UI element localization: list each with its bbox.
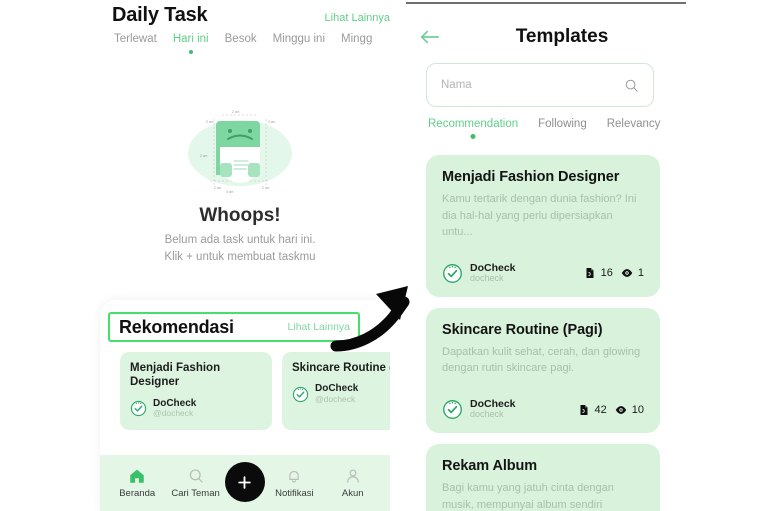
- stat-views-value: 1: [637, 267, 644, 280]
- tab-following[interactable]: Following: [538, 118, 587, 130]
- empty-state: 2 cm 2 cm 2 cm 2 cm 2 cm 2 cm 4 cm Whoop…: [100, 105, 380, 265]
- template-title: Skincare Routine (Pagi): [442, 321, 603, 338]
- stat-copies-value: 42: [594, 403, 607, 416]
- template-stats: 42 10: [578, 404, 644, 416]
- card-title: Menjadi Fashion Designer: [130, 362, 221, 389]
- status-bar-line: [406, 2, 686, 4]
- copy-document-icon: [586, 268, 594, 279]
- nav-item-notifikasi[interactable]: Notifikasi: [265, 467, 323, 499]
- search-icon[interactable]: [624, 78, 639, 93]
- templates-tab-bar: Recommendation Following Relevancy: [428, 118, 678, 130]
- eye-icon: [621, 269, 633, 278]
- bottom-navigation-bar: Beranda Cari Teman Notifikasi Akun: [100, 455, 390, 511]
- svg-text:2 cm: 2 cm: [214, 186, 222, 190]
- day-tab-minggu-ini[interactable]: Minggu ini: [273, 33, 325, 45]
- nav-label: Beranda: [119, 488, 156, 499]
- verified-check-icon: [130, 400, 147, 417]
- svg-text:2 cm: 2 cm: [268, 120, 276, 124]
- right-phone-panel: Templates Nama Recommendation Following …: [398, 0, 768, 511]
- svg-text:4 cm: 4 cm: [226, 190, 234, 194]
- card-author: DoCheck @docheck: [130, 398, 262, 419]
- template-description: Bagi kamu yang jatuh cinta dengan musik,…: [442, 482, 614, 511]
- day-tab-minggu-depan[interactable]: Mingg: [341, 33, 372, 45]
- back-button[interactable]: [420, 29, 450, 45]
- template-stats: 16 1: [584, 267, 644, 279]
- empty-state-line2: Klik + untuk membuat taskmu: [164, 250, 316, 263]
- daily-see-more-link[interactable]: Lihat Lainnya: [325, 12, 390, 24]
- template-card[interactable]: Skincare Routine (Pagi) Dapatkan kulit s…: [426, 307, 660, 434]
- template-author-handle: docheck: [470, 273, 504, 284]
- copy-document-icon: [580, 404, 587, 415]
- person-icon: [346, 469, 359, 483]
- stat-views-value: 10: [631, 403, 644, 416]
- nav-label: Notifikasi: [275, 488, 314, 499]
- template-footer: DoCheck docheck 16 1: [442, 262, 644, 284]
- arrow-left-icon: [421, 30, 439, 44]
- recommendation-card[interactable]: Skincare Routine (Pagi) DoCheck @docheck: [282, 352, 390, 430]
- template-description: Kamu tertarik dengan dunia fashion? Ini …: [442, 193, 637, 238]
- recommendation-title: Rekomendasi: [119, 316, 234, 337]
- page-title: Daily Task: [112, 4, 208, 26]
- recommendation-card[interactable]: Menjadi Fashion Designer DoCheck @dochec…: [120, 352, 272, 430]
- nav-item-akun[interactable]: Akun: [324, 467, 382, 499]
- day-tab-terlewat[interactable]: Terlewat: [114, 33, 157, 45]
- recommendation-header-highlight: Rekomendasi Lihat Lainnya: [108, 312, 360, 342]
- plus-icon: [238, 475, 252, 489]
- sad-face-illustration: 2 cm 2 cm 2 cm 2 cm 2 cm 2 cm 4 cm: [188, 110, 292, 194]
- template-title: Menjadi Fashion Designer: [442, 169, 620, 185]
- tab-recommendation[interactable]: Recommendation: [428, 118, 518, 130]
- template-card[interactable]: Menjadi Fashion Designer Kamu tertarik d…: [426, 155, 660, 297]
- day-filter-tabs: Terlewat Hari ini Besok Minggu ini Mingg: [114, 33, 390, 45]
- stat-copies: 16: [584, 267, 613, 279]
- template-title: Rekam Album: [442, 458, 538, 475]
- home-icon: [130, 469, 144, 483]
- empty-state-line1: Belum ada task untuk hari ini.: [164, 234, 316, 246]
- search-placeholder: Nama: [441, 79, 472, 91]
- eye-icon: [615, 405, 626, 414]
- stat-views: 1: [621, 267, 644, 279]
- search-icon: [189, 469, 203, 483]
- svg-text:2 cm: 2 cm: [206, 120, 214, 124]
- nav-label: Akun: [341, 488, 364, 499]
- nav-item-cari-teman[interactable]: Cari Teman: [167, 467, 225, 499]
- svg-text:2 cm: 2 cm: [232, 110, 240, 114]
- recommendation-card-list: Menjadi Fashion Designer DoCheck @dochec…: [120, 352, 390, 430]
- templates-header: Templates: [398, 26, 688, 48]
- bell-icon: [289, 470, 300, 483]
- card-title: Skincare Routine (Pagi): [292, 362, 390, 374]
- template-author-handle: docheck: [470, 409, 504, 420]
- card-author-handle: @docheck: [315, 393, 356, 404]
- stat-copies-value: 16: [600, 267, 613, 280]
- day-tab-hari-ini[interactable]: Hari ini: [173, 33, 209, 45]
- template-footer: DoCheck docheck 42 10: [442, 398, 644, 420]
- daily-task-header: Daily Task Lihat Lainnya: [112, 4, 390, 27]
- add-task-fab[interactable]: [224, 462, 265, 502]
- verified-check-icon: [292, 386, 309, 402]
- template-author: DoCheck docheck: [442, 262, 516, 284]
- empty-state-title: Whoops!: [199, 205, 281, 226]
- template-author: DoCheck docheck: [442, 398, 516, 420]
- svg-text:2 cm: 2 cm: [200, 154, 208, 158]
- template-description: Dapatkan kulit sehat, cerah, dan glowing…: [442, 345, 641, 375]
- nav-item-beranda[interactable]: Beranda: [108, 467, 166, 499]
- day-tab-besok[interactable]: Besok: [225, 33, 257, 45]
- stat-copies: 42: [578, 404, 607, 416]
- template-card[interactable]: Rekam Album Bagi kamu yang jatuh cinta d…: [426, 444, 660, 511]
- tab-relevancy[interactable]: Relevancy: [607, 118, 661, 130]
- card-author-handle: @docheck: [153, 408, 194, 419]
- screenshot-root: Daily Task Lihat Lainnya Terlewat Hari i…: [0, 0, 768, 511]
- svg-text:2 cm: 2 cm: [262, 186, 270, 190]
- verified-check-icon: [443, 400, 462, 420]
- templates-title: Templates: [515, 26, 609, 47]
- left-phone-panel: Daily Task Lihat Lainnya Terlewat Hari i…: [0, 0, 390, 511]
- stat-views: 10: [615, 404, 644, 416]
- nav-label: Cari Teman: [171, 488, 220, 499]
- search-field[interactable]: Nama: [426, 63, 654, 107]
- verified-check-icon: [443, 263, 462, 283]
- card-author: DoCheck @docheck: [292, 384, 390, 403]
- template-card-list: Menjadi Fashion Designer Kamu tertarik d…: [426, 155, 660, 511]
- recommendation-see-more-link[interactable]: Lihat Lainnya: [288, 321, 350, 333]
